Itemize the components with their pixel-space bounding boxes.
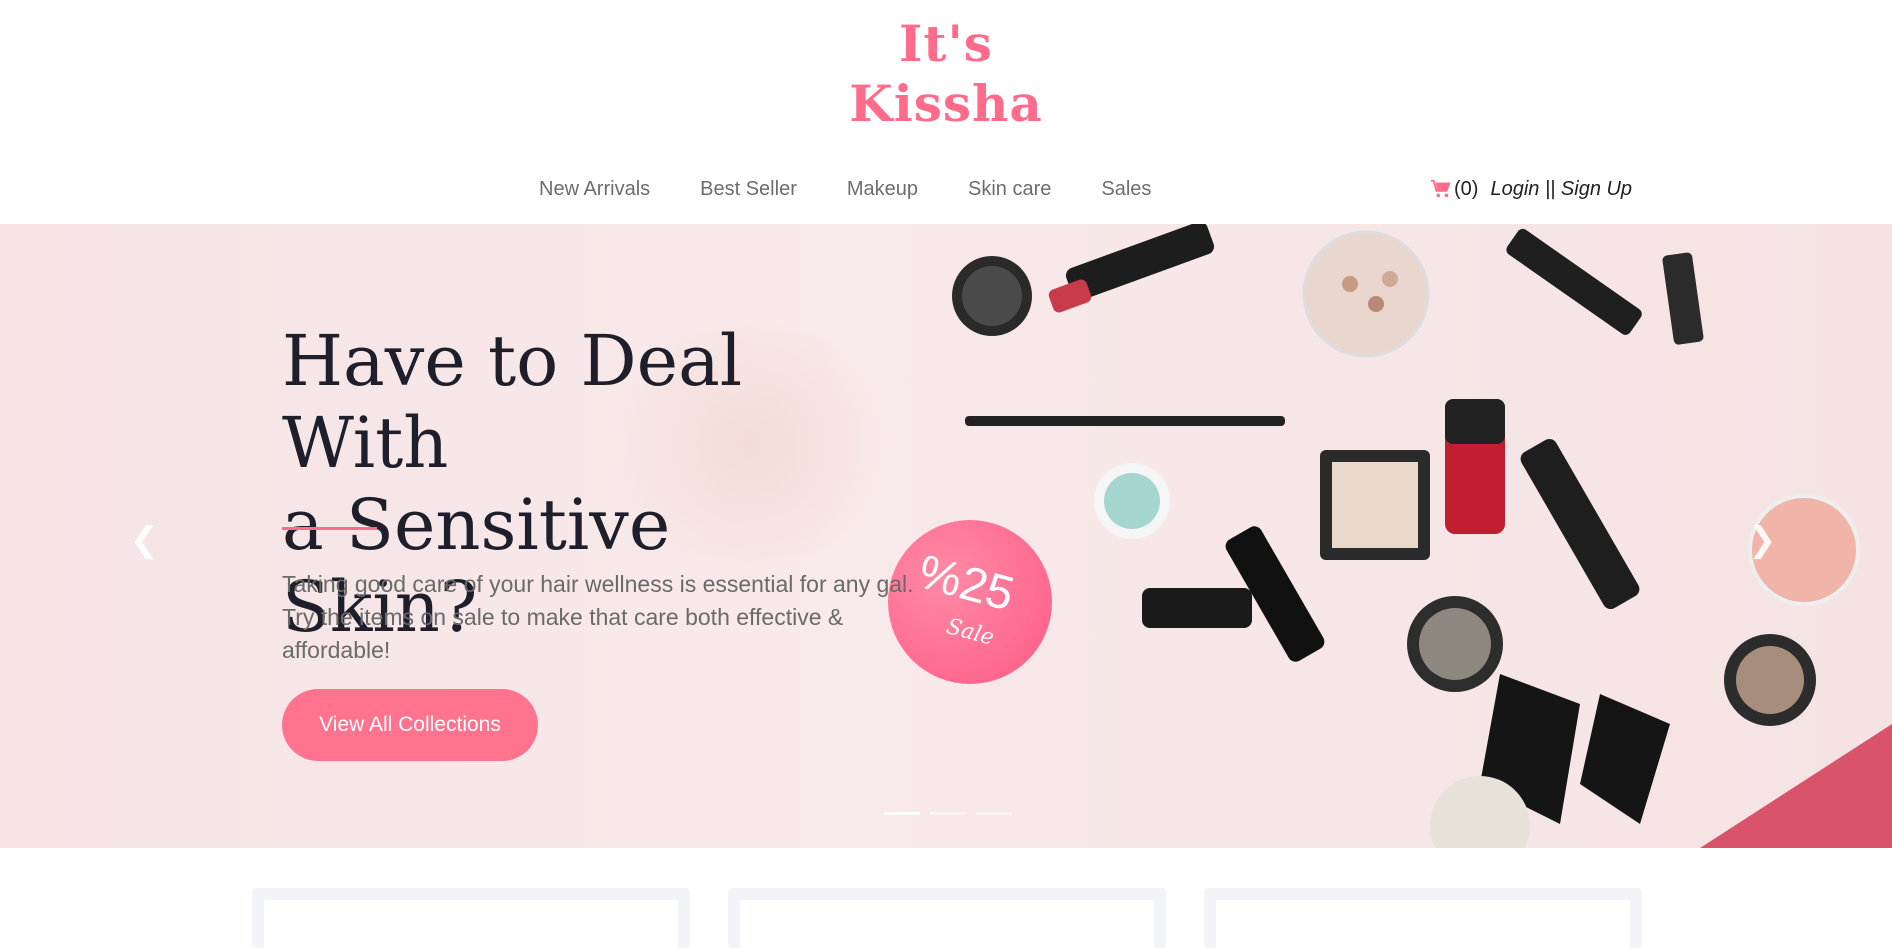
- brand-logo[interactable]: It's Kissha: [0, 14, 1892, 134]
- product-card[interactable]: [252, 888, 690, 948]
- carousel-indicator[interactable]: [884, 812, 920, 815]
- hero-description: Taking good care of your hair wellness i…: [282, 571, 914, 663]
- signup-link[interactable]: Sign Up: [1561, 178, 1632, 200]
- nav-skin-care[interactable]: Skin care: [968, 174, 1051, 204]
- headline-line1: Have to Deal With: [282, 320, 743, 484]
- nav-new-arrivals[interactable]: New Arrivals: [539, 174, 650, 204]
- cosmetics-illustration: [952, 224, 1892, 848]
- sale-label: Sale: [943, 614, 997, 651]
- brand-line2: Kissha: [849, 74, 1043, 133]
- cart-count[interactable]: (0): [1454, 174, 1478, 204]
- auth-links: Login || Sign Up: [1490, 174, 1632, 204]
- product-card[interactable]: [728, 888, 1166, 948]
- site-header: It's Kissha New Arrivals Best Seller Mak…: [0, 0, 1892, 224]
- main-nav: New Arrivals Best Seller Makeup Skin car…: [539, 174, 1201, 204]
- chevron-left-icon[interactable]: ❮: [130, 520, 159, 560]
- carousel-indicator[interactable]: [930, 812, 966, 815]
- product-cards: [252, 888, 1642, 948]
- headline-divider: [282, 527, 377, 530]
- nav-sales[interactable]: Sales: [1101, 174, 1151, 204]
- login-link[interactable]: Login: [1490, 178, 1539, 200]
- view-all-collections-button[interactable]: View All Collections: [282, 689, 538, 761]
- nav-makeup[interactable]: Makeup: [847, 174, 918, 204]
- carousel-indicator[interactable]: [976, 812, 1012, 815]
- chevron-right-icon[interactable]: ❯: [1748, 520, 1777, 560]
- hero-carousel: %25 Sale Have to Deal With a Sensitive S…: [0, 224, 1892, 848]
- auth-separator: ||: [1544, 178, 1556, 200]
- account-area: (0) Login || Sign Up: [1430, 174, 1632, 204]
- product-card[interactable]: [1204, 888, 1642, 948]
- nav-best-seller[interactable]: Best Seller: [700, 174, 797, 204]
- carousel-indicators: [884, 812, 1012, 815]
- shopping-cart-icon[interactable]: [1430, 178, 1452, 200]
- brand-line1: It's: [899, 14, 993, 73]
